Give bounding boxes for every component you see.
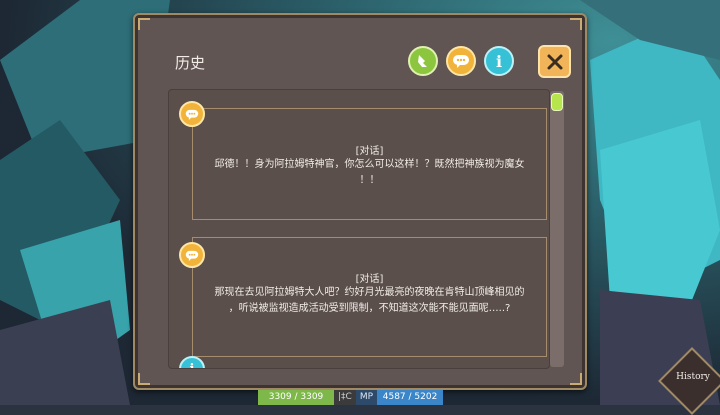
entry-text: 邱德！！身为阿拉姆特神官，你怎么可以这样！？既然把神族视为魔女 ！！ xyxy=(202,157,537,189)
filter-info-button[interactable]: i xyxy=(484,46,514,76)
entry-tag: [对话] xyxy=(355,274,384,285)
entry-line: 那现在去见阿拉姆特大人吧？约好月光最亮的夜晚在肯特山顶峰相见的 xyxy=(214,287,525,298)
history-button-label[interactable]: History xyxy=(670,372,716,382)
hand-pointer-icon xyxy=(418,55,427,67)
info-icon: i xyxy=(495,51,503,71)
history-entry: [对话] 邱德！！身为阿拉姆特神官，你怎么可以这样！？既然把神族视为魔女 ！！ xyxy=(192,108,547,220)
entry-line: ，听说被监视造成活动受到限制，不知道这次能不能见面呢…..? xyxy=(228,303,511,314)
frame-corner xyxy=(570,373,582,385)
frame-corner xyxy=(138,18,150,30)
scrollbar[interactable] xyxy=(550,91,564,367)
frame-corner xyxy=(570,18,582,30)
mp-value: 4587 / 5202 xyxy=(377,390,444,405)
entry-text: 那现在去见阿拉姆特大人吧？约好月光最亮的夜晚在肯特山顶峰相见的 ，听说被监视造成… xyxy=(202,285,537,317)
scrollbar-thumb[interactable] xyxy=(551,93,563,111)
info-icon: i xyxy=(179,356,205,368)
frame-corner xyxy=(138,373,150,385)
status-hud: 3309 / 3309 |‡C MP 4587 / 5202 xyxy=(258,390,444,405)
history-list[interactable]: [对话] 邱德！！身为阿拉姆特神官，你怎么可以这样！？既然把神族视为魔女 ！！ … xyxy=(168,89,550,369)
speech-bubble-icon xyxy=(453,55,469,68)
hud-separator: |‡C xyxy=(334,390,356,405)
hp-value: 3309 / 3309 xyxy=(258,390,334,405)
speech-bubble-icon xyxy=(179,101,205,127)
history-entry: [对话] 那现在去见阿拉姆特大人吧？约好月光最亮的夜晚在肯特山顶峰相见的 ，听说… xyxy=(192,237,547,357)
filter-dialogue-button[interactable] xyxy=(446,46,476,76)
close-button[interactable] xyxy=(538,45,571,78)
history-panel: 历史 i [对话] 邱德！！身为阿拉姆特神官，你怎么可以这样！？既然把神族视为魔… xyxy=(133,13,587,390)
entry-line: 邱德！！身为阿拉姆特神官，你怎么可以这样！？既然把神族视为魔女 xyxy=(214,159,525,170)
filter-all-button[interactable] xyxy=(408,46,438,76)
panel-title: 历史 xyxy=(175,54,206,72)
entry-tag: [对话] xyxy=(355,146,384,157)
mp-label: MP xyxy=(355,390,378,405)
close-icon xyxy=(547,54,562,69)
speech-bubble-icon xyxy=(179,242,205,268)
entry-line: ！！ xyxy=(359,175,380,186)
